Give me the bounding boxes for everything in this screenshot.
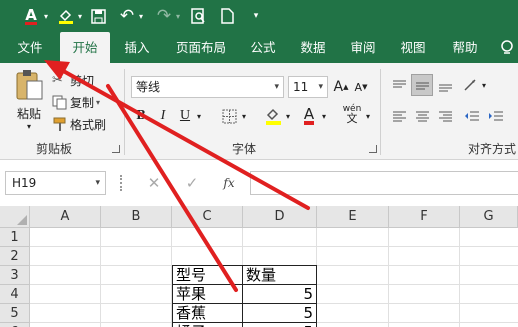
annotation-arrows <box>44 60 310 292</box>
arrow-head-icon <box>44 60 70 80</box>
annotation-arrow-to-file-tab <box>56 66 310 210</box>
annotation-arrow-from-table <box>106 84 238 292</box>
